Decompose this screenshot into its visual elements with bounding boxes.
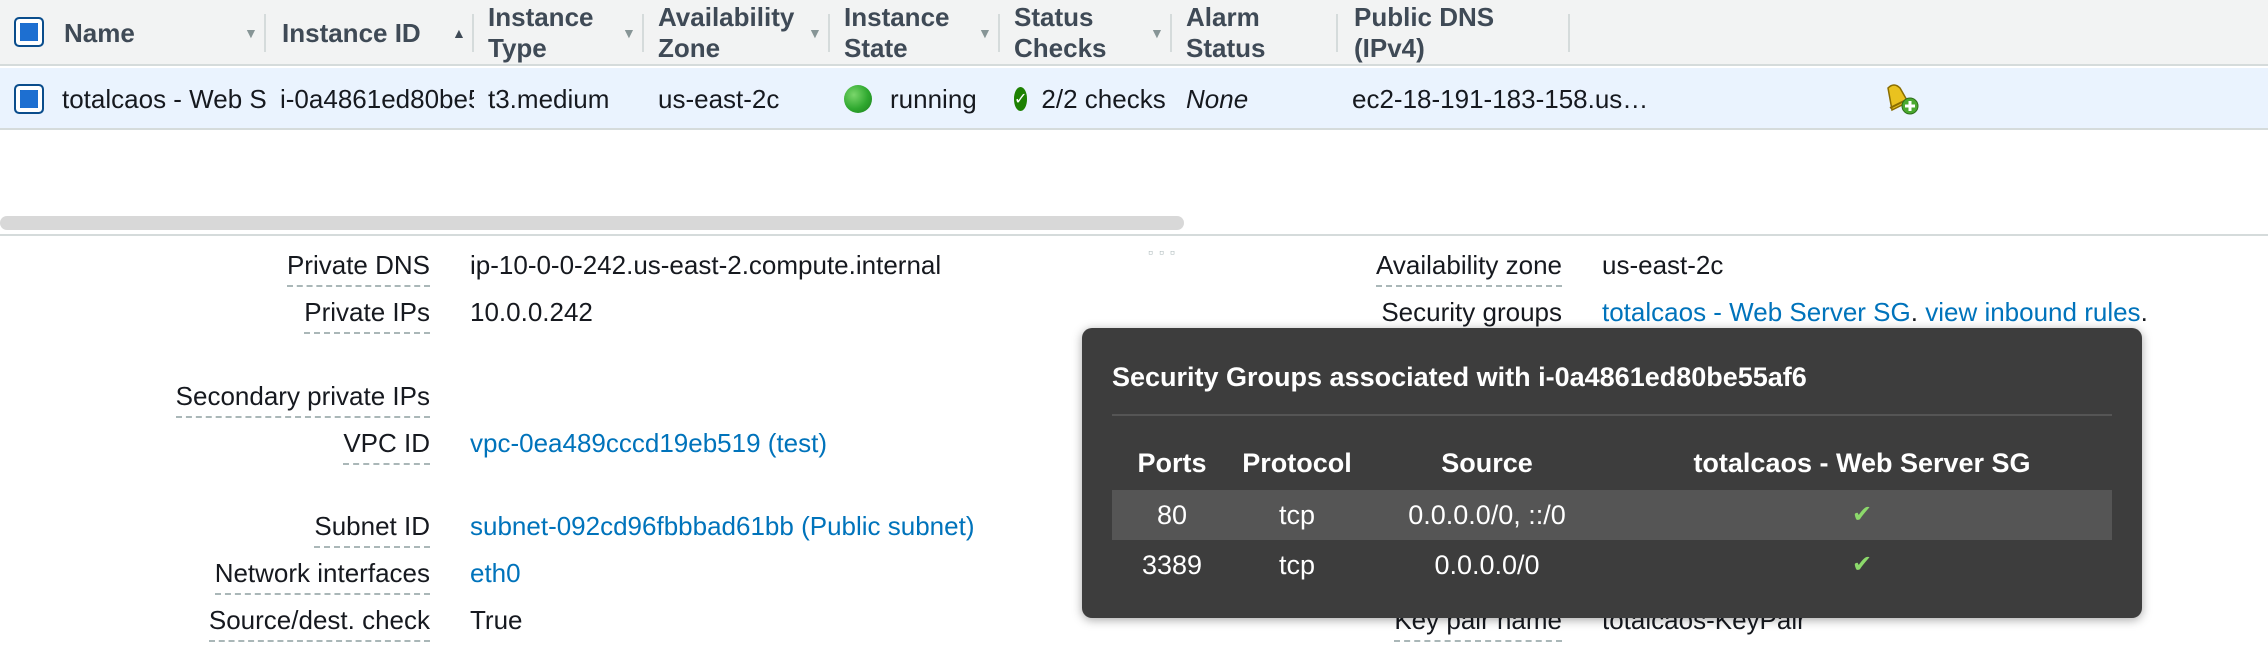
security-groups-value: totalcaos - Web Server SG. view inbound … (1602, 297, 2148, 328)
instance-state-text: running (890, 83, 977, 114)
separator-text: . (1910, 297, 1926, 327)
table-row[interactable]: totalcaos - Web Server i-0a4861ed80be55a… (0, 68, 2268, 130)
column-header-label: Name (64, 17, 135, 48)
sort-caret-icon[interactable]: ▼ (244, 25, 258, 41)
tooltip-header-group: totalcaos - Web Server SG (1693, 448, 2031, 478)
cell-status-checks[interactable]: ✓ 2/2 checks … (1014, 68, 1172, 130)
tooltip-header-source: Source (1441, 448, 1533, 478)
cell-instance-id: i-0a4861ed80be55af6 (280, 83, 474, 114)
sort-caret-icon[interactable]: ▼ (622, 25, 636, 41)
tooltip-divider (1112, 414, 2112, 416)
table-header: Name ▼ Instance ID ▲ Instance Type ▼ Ava… (0, 0, 2268, 66)
resize-grip-icon[interactable]: ▫▫▫ (1148, 244, 1181, 260)
rule-source: 0.0.0.0/0 (1434, 550, 1540, 580)
check-circle-icon: ✓ (1014, 87, 1028, 111)
private-ips-label: Private IPs (304, 297, 430, 334)
column-header-label: Status Checks (1014, 2, 1107, 63)
source-dest-check-label: Source/dest. check (208, 605, 430, 642)
row-checkbox[interactable] (14, 84, 44, 114)
column-divider[interactable] (1568, 14, 1570, 52)
column-header-label: Alarm Status (1186, 2, 1266, 63)
sort-caret-icon[interactable]: ▼ (978, 25, 992, 41)
column-header-label: Instance ID (282, 17, 421, 48)
separator-text: . (2140, 297, 2148, 327)
running-status-icon (844, 85, 872, 113)
column-header-instance-state[interactable]: Instance State ▼ (830, 0, 1000, 66)
column-header-availability-zone[interactable]: Availability Zone ▼ (644, 0, 830, 66)
sort-ascending-icon[interactable]: ▲ (452, 25, 466, 41)
sort-caret-icon[interactable]: ▼ (1150, 25, 1164, 41)
column-header-alarm-status[interactable]: Alarm Status (1172, 0, 1338, 66)
subnet-id-label: Subnet ID (314, 511, 430, 548)
tooltip-title: Security Groups associated with i-0a4861… (1112, 362, 1807, 392)
rule-protocol: tcp (1278, 500, 1316, 530)
cell-alarm-status: None (1186, 83, 1249, 114)
cell-availability-zone: us-east-2c (658, 83, 780, 114)
vpc-id-label: VPC ID (343, 428, 430, 465)
tooltip-header-protocol: Protocol (1242, 448, 1352, 478)
security-group-link[interactable]: totalcaos - Web Server SG (1602, 297, 1911, 327)
select-all-checkbox[interactable] (14, 17, 44, 47)
subnet-id-link[interactable]: subnet-092cd96fbbbad61bb (Public subnet) (470, 511, 975, 542)
column-header-instance-id[interactable]: Instance ID ▲ (266, 0, 474, 66)
private-dns-label: Private DNS (286, 250, 430, 287)
bell-plus-icon[interactable] (1884, 80, 1920, 116)
allowed-check-icon: ✔ (1851, 551, 1873, 578)
view-inbound-rules-link[interactable]: view inbound rules (1925, 297, 2140, 327)
security-groups-tooltip: Security Groups associated with i-0a4861… (1082, 328, 2142, 618)
cell-instance-type: t3.medium (488, 83, 610, 114)
vpc-id-link[interactable]: vpc-0ea489cccd19eb519 (test) (470, 428, 827, 459)
rule-source: 0.0.0.0/0, ::/0 (1408, 500, 1566, 530)
column-header-public-dns[interactable]: Public DNS (IPv4) (1338, 0, 1570, 66)
network-interfaces-label: Network interfaces (214, 558, 430, 595)
column-header-instance-type[interactable]: Instance Type ▼ (474, 0, 644, 66)
cell-public-dns: ec2-18-191-183-158.us… (1352, 83, 1649, 114)
private-dns-value: ip-10-0-0-242.us-east-2.compute.internal (470, 250, 942, 280)
availability-zone-label: Availability zone (1376, 250, 1562, 287)
rule-protocol: tcp (1278, 550, 1316, 580)
column-header-status-checks[interactable]: Status Checks ▼ (1000, 0, 1172, 66)
availability-zone-value: us-east-2c (1602, 250, 1724, 280)
rule-port: 80 (1156, 500, 1188, 530)
column-header-label: Availability Zone (658, 2, 795, 63)
allowed-check-icon: ✔ (1851, 501, 1873, 528)
column-header-label: Public DNS (IPv4) (1354, 2, 1495, 63)
cell-instance-state: running (844, 68, 1000, 130)
tooltip-header-ports: Ports (1137, 448, 1207, 478)
private-ips-value: 10.0.0.242 (470, 297, 593, 327)
rule-port: 3389 (1141, 550, 1203, 580)
scrollbar-thumb[interactable] (0, 216, 1184, 230)
tooltip-rule-row: 80 tcp 0.0.0.0/0, ::/0 ✔ (1112, 490, 2112, 540)
column-header-name[interactable]: Name ▼ (44, 0, 266, 66)
sort-caret-icon[interactable]: ▼ (808, 25, 822, 41)
status-checks-text: 2/2 checks … (1041, 83, 1172, 114)
secondary-ips-label: Secondary private IPs (175, 381, 430, 418)
column-header-label: Instance State (844, 2, 950, 63)
column-header-label: Instance Type (488, 2, 594, 63)
cell-name: totalcaos - Web Server (62, 83, 266, 114)
ec2-instances-console: Name ▼ Instance ID ▲ Instance Type ▼ Ava… (0, 0, 2268, 648)
source-dest-check-value: True (470, 605, 523, 635)
tooltip-rule-row: 3389 tcp 0.0.0.0/0 ✔ (1112, 540, 2112, 590)
network-interface-link[interactable]: eth0 (470, 558, 521, 589)
